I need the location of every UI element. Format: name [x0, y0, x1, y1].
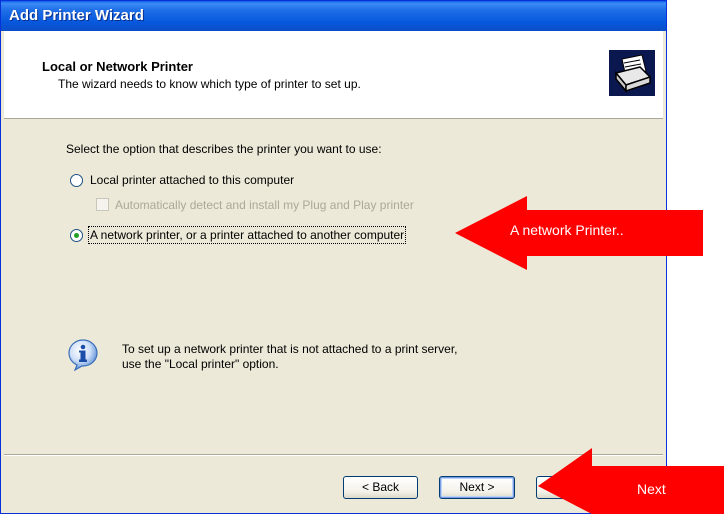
next-callout-arrow [538, 448, 724, 514]
info-line-2: use the "Local printer" option. [122, 357, 279, 371]
title-bar: Add Printer Wizard [1, 1, 666, 31]
header-title: Local or Network Printer [42, 59, 193, 74]
network-printer-label[interactable]: A network printer, or a printer attached… [87, 226, 407, 244]
info-icon [67, 338, 100, 372]
plug-and-play-label[interactable]: Automatically detect and install my Plug… [115, 198, 414, 212]
wizard-header: Local or Network Printer The wizard need… [4, 31, 663, 119]
next-callout-label: Next [637, 481, 666, 497]
local-printer-label[interactable]: Local printer attached to this computer [90, 173, 294, 187]
printer-icon [609, 50, 655, 96]
network-printer-radio[interactable] [70, 229, 83, 242]
plug-and-play-checkbox[interactable] [96, 198, 109, 211]
window-title: Add Printer Wizard [9, 7, 144, 24]
back-button[interactable]: < Back [343, 476, 418, 499]
local-printer-radio[interactable] [70, 174, 83, 187]
info-message: To set up a network printer that is not … [122, 342, 542, 372]
header-subtitle: The wizard needs to know which type of p… [58, 77, 361, 91]
selection-prompt: Select the option that describes the pri… [66, 142, 382, 156]
network-printer-callout-label: A network Printer.. [510, 222, 624, 238]
next-button[interactable]: Next > [439, 476, 515, 499]
info-line-1: To set up a network printer that is not … [122, 342, 458, 356]
